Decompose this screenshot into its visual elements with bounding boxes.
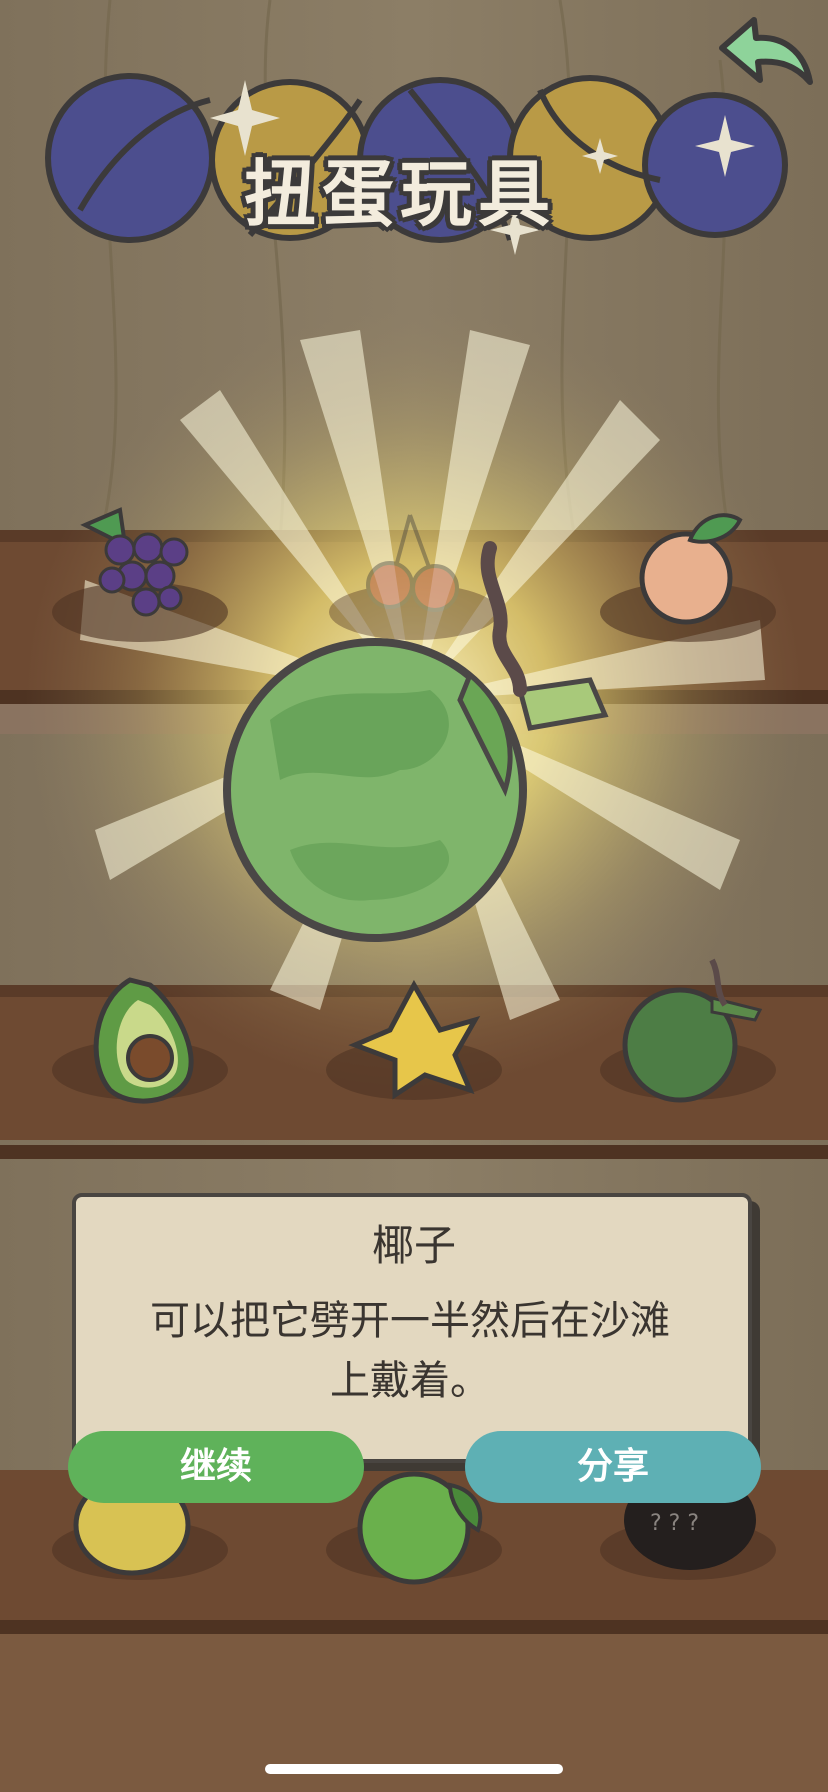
item-description: 可以把它劈开一半然后在沙滩 上戴着。	[130, 1291, 690, 1411]
continue-button[interactable]: 继续	[68, 1431, 364, 1503]
item-name: 椰子	[371, 1221, 456, 1270]
item-description-line-1: 可以把它劈开一半然后在沙滩	[150, 1298, 670, 1344]
page-title: 扭蛋玩具	[243, 152, 556, 236]
back-arrow-icon	[719, 17, 813, 85]
back-button[interactable]	[712, 10, 820, 100]
item-description-line-2: 上戴着。	[330, 1358, 490, 1404]
game-scene: ? ? ?	[0, 0, 828, 1792]
share-button[interactable]: 分享	[465, 1431, 761, 1503]
svg-text:? ? ?: ? ? ?	[650, 1511, 699, 1536]
home-indicator[interactable]	[265, 1764, 563, 1774]
